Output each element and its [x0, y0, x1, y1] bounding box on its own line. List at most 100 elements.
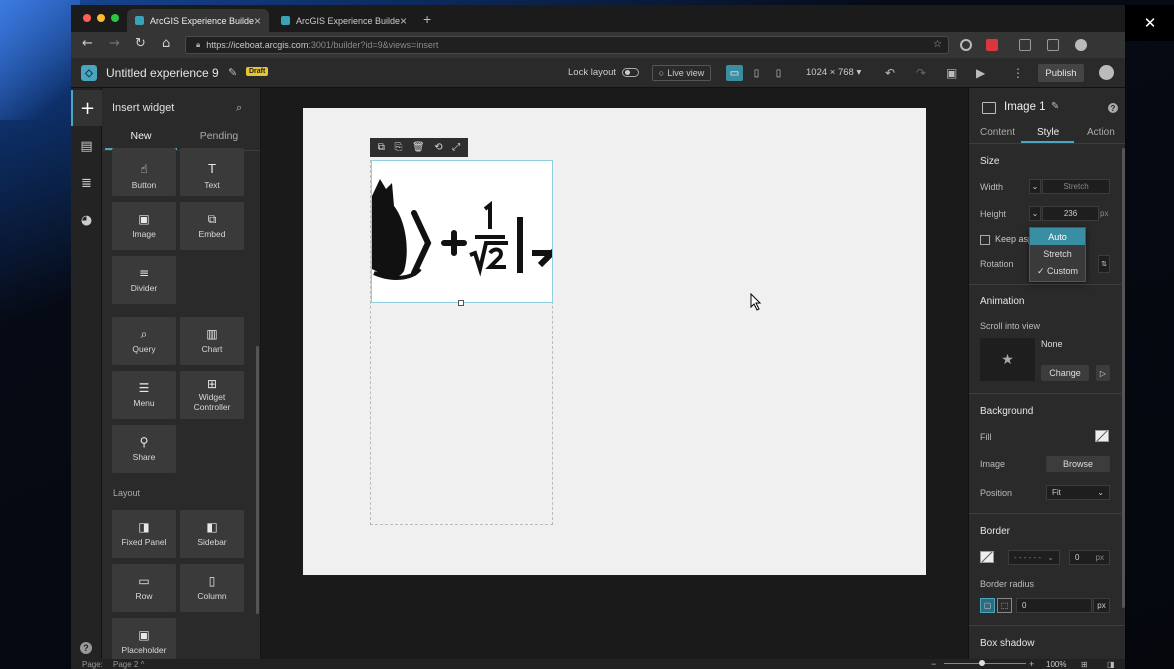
- tablet-device-icon[interactable]: ▯: [748, 65, 765, 81]
- page-selector[interactable]: Page 2 ^: [113, 660, 144, 669]
- toggle-panel-icon[interactable]: ◨: [1107, 660, 1115, 669]
- border-radius-input[interactable]: 0: [1016, 598, 1092, 613]
- crop-icon[interactable]: ⤢: [452, 142, 460, 153]
- height-input[interactable]: 236: [1042, 206, 1099, 221]
- tab-pending[interactable]: Pending: [180, 130, 258, 142]
- forward-arrow-icon[interactable]: →: [109, 36, 120, 51]
- copy-icon[interactable]: ⎘: [394, 142, 402, 153]
- zoom-slider[interactable]: [944, 663, 1026, 664]
- extension-grid-icon[interactable]: [1047, 39, 1059, 51]
- url-input[interactable]: 🔒︎ https://iceboat.arcgis.com:3001/build…: [185, 36, 949, 54]
- resize-handle[interactable]: [458, 300, 464, 306]
- rotation-stepper[interactable]: ⇅: [1098, 255, 1110, 273]
- widget-divider[interactable]: ≡ Divider: [112, 256, 176, 304]
- border-style-select[interactable]: - - - - - - ⌄: [1008, 550, 1060, 565]
- widget-widget-controller[interactable]: ⊞ Widget Controller: [180, 371, 244, 419]
- image-widget[interactable]: [371, 160, 553, 303]
- border-color-swatch[interactable]: [980, 551, 994, 563]
- insert-plus-icon[interactable]: +: [71, 90, 102, 126]
- zoom-out-icon[interactable]: −: [931, 659, 936, 669]
- page-icon[interactable]: ▤: [71, 128, 102, 164]
- tab-style[interactable]: Style: [1037, 127, 1059, 138]
- profile-icon[interactable]: [1075, 39, 1087, 51]
- widget-row[interactable]: ▭ Row: [112, 564, 176, 612]
- widget-chart[interactable]: ▥ Chart: [180, 317, 244, 365]
- delete-icon[interactable]: 🗑︎: [412, 142, 425, 153]
- theme-palette-icon[interactable]: ◕: [71, 202, 102, 238]
- option-auto[interactable]: Auto: [1030, 228, 1085, 245]
- width-mode-chevron-icon[interactable]: ⌄: [1029, 179, 1041, 194]
- reload-icon[interactable]: ↻: [135, 36, 146, 51]
- border-width-input[interactable]: 0 px: [1069, 550, 1110, 565]
- back-arrow-icon[interactable]: ←: [82, 36, 93, 51]
- keep-aspect-checkbox[interactable]: [980, 235, 990, 245]
- help-icon[interactable]: ?: [80, 642, 92, 654]
- page-canvas[interactable]: ⧉ ⎘ 🗑︎ ⟲ ⤢: [303, 108, 926, 575]
- widget-sidebar[interactable]: ◧ Sidebar: [180, 510, 244, 558]
- help-icon[interactable]: ?: [1108, 103, 1118, 113]
- more-options-icon[interactable]: ⋮: [1012, 66, 1024, 80]
- search-icon[interactable]: ⌕: [236, 101, 242, 115]
- height-mode-chevron-icon[interactable]: ⌄: [1029, 206, 1041, 221]
- widget-embed[interactable]: ⧉ Embed: [180, 202, 244, 250]
- close-window-button[interactable]: ✕: [1126, 5, 1174, 41]
- option-stretch[interactable]: Stretch: [1030, 245, 1085, 262]
- browse-image-button[interactable]: Browse: [1046, 456, 1110, 472]
- desktop-device-icon[interactable]: ▭: [726, 65, 743, 81]
- user-avatar[interactable]: [1099, 65, 1114, 80]
- extension-icon[interactable]: [960, 39, 972, 51]
- panel-scrollbar[interactable]: [256, 346, 259, 614]
- widget-column[interactable]: ▯ Column: [180, 564, 244, 612]
- zoom-slider-thumb[interactable]: [979, 660, 985, 666]
- extension-pin-icon[interactable]: [1019, 39, 1031, 51]
- widget-share[interactable]: ⚲ Share: [112, 425, 176, 473]
- publish-button[interactable]: Publish: [1038, 64, 1084, 82]
- radius-individual-icon[interactable]: ⬚: [997, 598, 1012, 613]
- lock-layout-toggle[interactable]: [622, 68, 639, 77]
- widget-menu[interactable]: ☰ Menu: [112, 371, 176, 419]
- widget-image[interactable]: ▣ Image: [112, 202, 176, 250]
- preview-play-icon[interactable]: ▶: [976, 66, 985, 80]
- fill-color-swatch[interactable]: [1095, 430, 1109, 442]
- new-tab-button[interactable]: +: [423, 11, 431, 27]
- width-value-field[interactable]: Stretch: [1042, 179, 1110, 194]
- change-animation-button[interactable]: Change: [1041, 365, 1089, 381]
- experience-title[interactable]: Untitled experience 9: [106, 66, 219, 80]
- widget-text[interactable]: T Text: [180, 148, 244, 196]
- tab-new[interactable]: New: [102, 130, 180, 142]
- resolution-select[interactable]: 1024 × 768 ▾: [806, 67, 861, 78]
- pencil-edit-icon[interactable]: ✎: [1051, 101, 1059, 112]
- widget-button[interactable]: ☝ Button: [112, 148, 176, 196]
- bookmark-star-icon[interactable]: ☆: [933, 39, 942, 50]
- tab-content[interactable]: Content: [980, 127, 1015, 138]
- close-dot-icon[interactable]: [83, 14, 91, 22]
- border-radius-unit[interactable]: px: [1093, 598, 1110, 613]
- home-icon[interactable]: ⌂: [162, 36, 170, 51]
- widget-query[interactable]: ⌕ Query: [112, 317, 176, 365]
- radius-uniform-icon[interactable]: ▢: [980, 598, 995, 613]
- phone-device-icon[interactable]: ▯: [770, 65, 787, 81]
- play-animation-icon[interactable]: ▷: [1096, 365, 1110, 381]
- data-database-icon[interactable]: ≣: [71, 165, 102, 201]
- tab-action[interactable]: Action: [1087, 127, 1115, 138]
- browser-tab-1[interactable]: ArcGIS Experience Builder ×: [127, 9, 269, 32]
- live-view-button[interactable]: ○ Live view: [652, 65, 711, 81]
- properties-scrollbar[interactable]: [1122, 148, 1125, 608]
- duplicate-icon[interactable]: ⧉: [378, 142, 385, 153]
- link-icon[interactable]: ⟲: [434, 142, 442, 153]
- redo-icon[interactable]: ↷: [916, 66, 926, 80]
- option-custom[interactable]: ✓ Custom: [1030, 263, 1085, 280]
- widget-fixed-panel[interactable]: ◨ Fixed Panel: [112, 510, 176, 558]
- save-icon[interactable]: ▣: [946, 66, 957, 80]
- extension-red-icon[interactable]: [986, 39, 998, 51]
- zoom-dot-icon[interactable]: [111, 14, 119, 22]
- position-select[interactable]: Fit ⌄: [1046, 485, 1110, 500]
- zoom-in-icon[interactable]: +: [1029, 659, 1034, 669]
- undo-icon[interactable]: ↶: [885, 66, 895, 80]
- pencil-edit-icon[interactable]: ✎: [228, 66, 237, 79]
- minimize-dot-icon[interactable]: [97, 14, 105, 22]
- browser-tab-2[interactable]: ArcGIS Experience Builder ×: [273, 9, 415, 32]
- tab-close-icon[interactable]: ×: [254, 14, 261, 28]
- fit-screen-icon[interactable]: ⊞: [1081, 660, 1088, 669]
- tab-close-icon[interactable]: ×: [400, 14, 407, 28]
